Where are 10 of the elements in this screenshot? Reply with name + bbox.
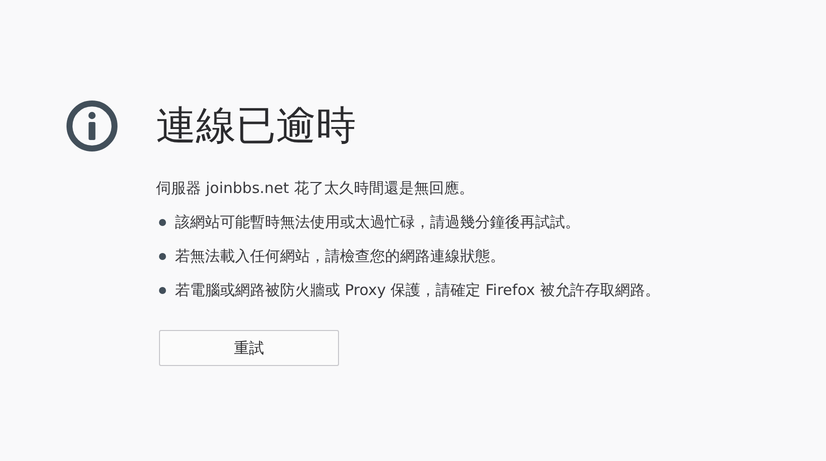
info-icon xyxy=(66,100,118,152)
suggestion-text: 若電腦或網路被防火牆或 Proxy 保護，請確定 Firefox 被允許存取網路。 xyxy=(175,280,660,300)
bullet-icon xyxy=(159,286,166,294)
suggestion-text: 若無法載入任何網站，請檢查您的網路連線狀態。 xyxy=(175,246,505,266)
bullet-icon xyxy=(159,252,166,260)
retry-button[interactable]: 重試 xyxy=(159,330,339,366)
suggestion-text: 該網站可能暫時無法使用或太過忙碌，請過幾分鐘後再試試。 xyxy=(175,212,580,232)
error-description: 伺服器 joinbbs.net 花了太久時間還是無回應。 xyxy=(156,178,475,198)
page-title: 連線已逾時 xyxy=(156,102,357,151)
bullet-icon xyxy=(159,218,166,226)
